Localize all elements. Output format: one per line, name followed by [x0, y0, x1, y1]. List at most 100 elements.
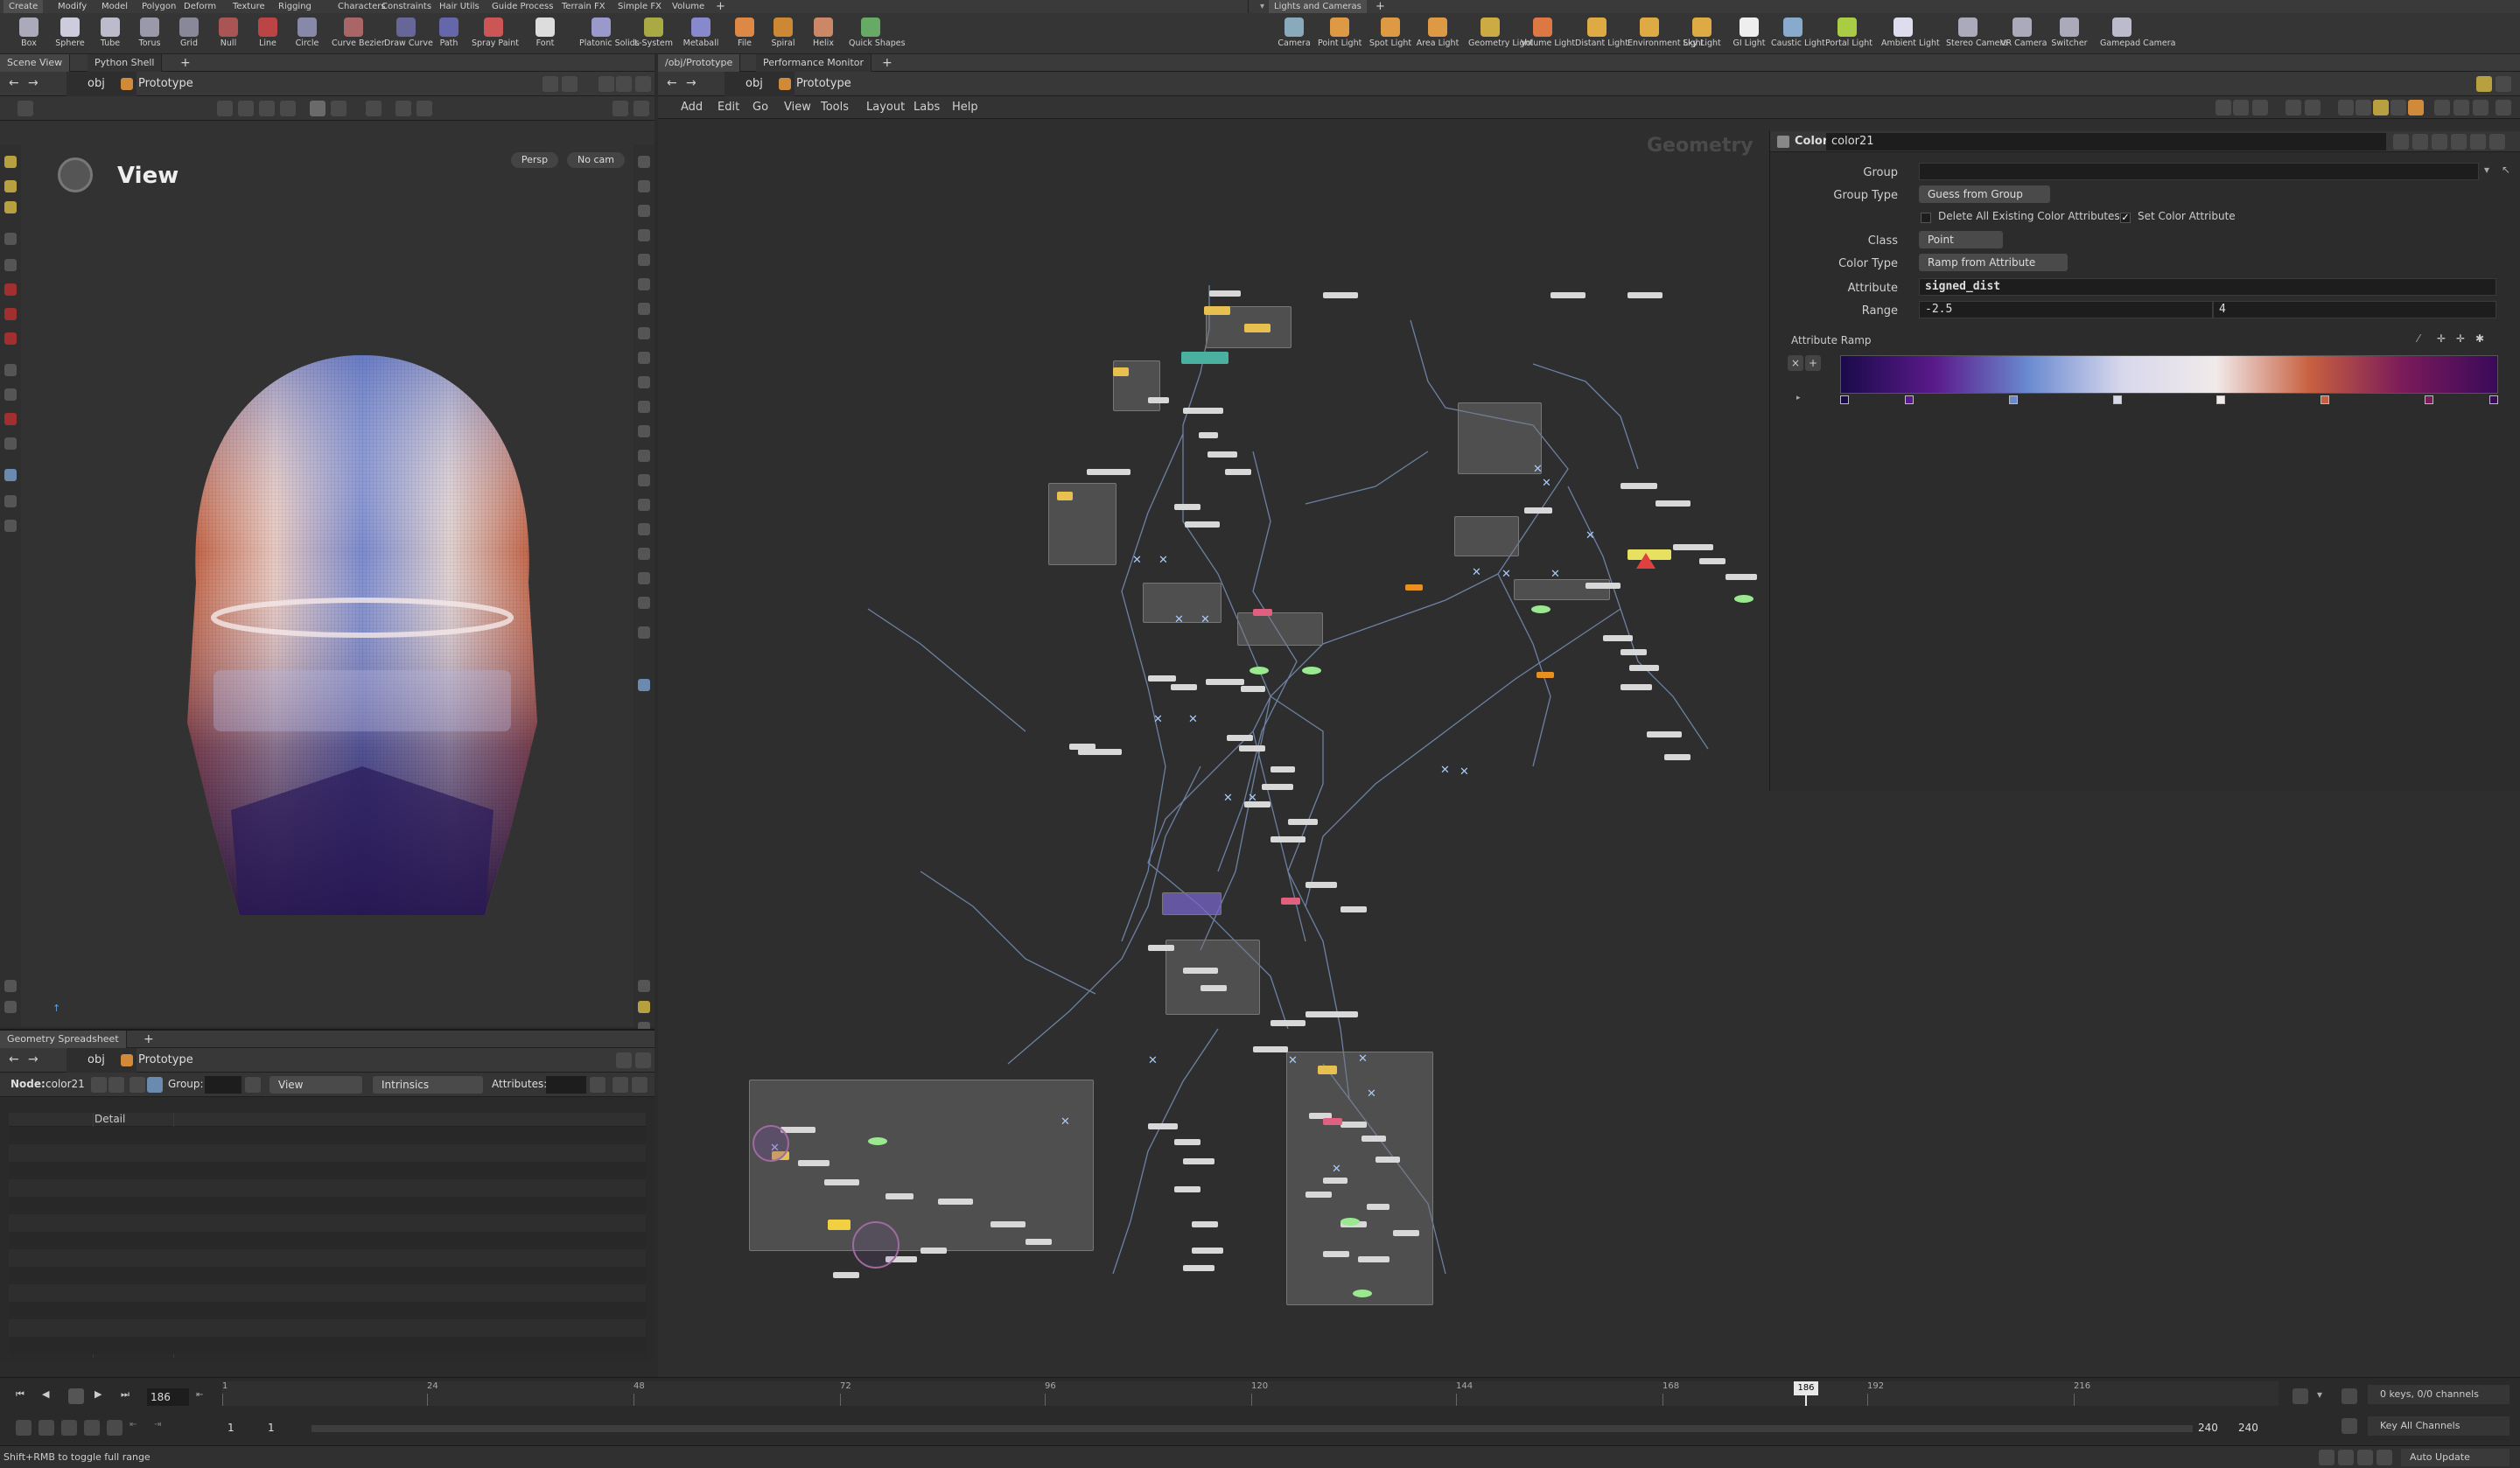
help-icon-2[interactable]	[2489, 134, 2505, 150]
pin-icon[interactable]	[2476, 76, 2492, 92]
play-icon[interactable]: ▶	[94, 1388, 110, 1404]
tool-torus[interactable]: Torus	[128, 16, 172, 53]
node-yellow[interactable]	[1113, 367, 1129, 376]
maximize-icon[interactable]	[635, 76, 651, 92]
network-node[interactable]	[920, 1248, 947, 1254]
move-icon[interactable]	[4, 308, 17, 320]
merge-node-icon[interactable]: ✕	[1153, 714, 1163, 725]
shelf-tab-terrain-fx[interactable]: Terrain FX	[556, 0, 611, 13]
merge-node-icon[interactable]: ✕	[1550, 569, 1560, 580]
merge-node-icon[interactable]: ✕	[1060, 1116, 1070, 1128]
uv-icon[interactable]	[638, 401, 650, 413]
path-node[interactable]: Prototype	[116, 72, 518, 96]
node-pink[interactable]	[1281, 898, 1300, 905]
detail-icon[interactable]	[147, 1077, 163, 1093]
tool-line[interactable]: Line	[246, 16, 290, 53]
ramp-key[interactable]	[2008, 395, 2018, 404]
search-icon[interactable]	[2434, 100, 2450, 115]
range-start[interactable]: 1	[228, 1422, 234, 1434]
menu-tools[interactable]: Tools	[821, 96, 849, 119]
network-node[interactable]	[1367, 1204, 1390, 1210]
network-node[interactable]	[1620, 649, 1647, 655]
merge-node-icon[interactable]: ✕	[1223, 793, 1233, 804]
tool-stereo-camera[interactable]: Stereo Camera	[1946, 16, 2008, 53]
ramp-key[interactable]	[2112, 395, 2122, 404]
shading-icon[interactable]	[638, 278, 650, 290]
snap-curve-icon[interactable]	[280, 101, 296, 116]
merge-node-icon[interactable]: ✕	[1148, 1055, 1158, 1066]
switch-node-icon[interactable]	[1340, 1218, 1360, 1226]
network-node[interactable]	[1393, 1230, 1419, 1236]
merge-node-icon[interactable]: ✕	[1200, 614, 1210, 626]
tool-metaball[interactable]: Metaball	[679, 16, 723, 53]
network-node[interactable]	[1323, 1178, 1348, 1184]
merge-node-icon[interactable]: ✕	[1332, 1164, 1341, 1175]
network-box-purple[interactable]	[1162, 892, 1222, 915]
normal-icon[interactable]	[638, 376, 650, 388]
eye-icon[interactable]	[638, 156, 650, 168]
shelf-tab-modify[interactable]: Modify	[52, 0, 92, 13]
shelf-tab-hair-utils[interactable]: Hair Utils	[434, 0, 485, 13]
network-node[interactable]	[833, 1272, 859, 1278]
timeline-scrubber[interactable]: 1 24 48 72 96 120 144 168 192 216 186	[222, 1381, 2278, 1406]
info-icon[interactable]	[638, 626, 650, 639]
tool-tube[interactable]: Tube	[88, 16, 132, 53]
link-icon[interactable]	[562, 76, 578, 92]
shelf-tab-rigging[interactable]: Rigging	[273, 0, 317, 13]
tool-sphere[interactable]: Sphere	[48, 16, 92, 53]
tool-path[interactable]: Path	[427, 16, 471, 53]
lock-icon[interactable]	[638, 205, 650, 217]
attributes-field[interactable]	[546, 1076, 586, 1094]
snap-icon[interactable]	[217, 101, 233, 116]
node-yellow-selected[interactable]	[828, 1220, 850, 1230]
texture-icon[interactable]	[638, 327, 650, 339]
network-node[interactable]	[1306, 1192, 1332, 1198]
merge-node-icon[interactable]: ✕	[1288, 1055, 1298, 1066]
link-icon[interactable]	[2432, 134, 2447, 150]
camera-icon[interactable]	[638, 254, 650, 266]
ramp-key[interactable]	[1905, 395, 1914, 404]
menu-add[interactable]: Add	[681, 96, 703, 119]
tool-ambient-light[interactable]: Ambient Light	[1881, 16, 1940, 53]
merge-node-icon[interactable]: ✕	[1502, 569, 1511, 580]
viewport[interactable]: View Persp No cam ↑	[21, 145, 634, 1027]
network-node[interactable]	[1174, 504, 1200, 510]
help-icon[interactable]	[632, 1077, 648, 1093]
points-icon[interactable]	[91, 1077, 107, 1093]
tool-camera[interactable]: Camera	[1272, 16, 1316, 53]
network-node[interactable]	[1199, 432, 1218, 438]
forward-arrow-icon[interactable]: →	[28, 76, 44, 92]
switch-node-icon[interactable]	[1734, 595, 1754, 603]
menu-labs[interactable]: Labs	[914, 96, 940, 119]
add-shelf-icon-2[interactable]: +	[1370, 0, 1390, 13]
network-node[interactable]	[798, 1160, 830, 1166]
shelf-tab-lights[interactable]: Lights and Cameras	[1269, 0, 1367, 13]
range-slider-track[interactable]	[312, 1425, 2193, 1432]
key-icon[interactable]	[2342, 1418, 2357, 1434]
shelf-tab-texture[interactable]: Texture	[228, 0, 270, 13]
view-dropdown[interactable]: View	[270, 1076, 362, 1094]
transform-tool-icon[interactable]	[4, 180, 17, 192]
range-first-icon[interactable]: ⇤	[130, 1420, 145, 1436]
network-node[interactable]	[1148, 1123, 1178, 1129]
tool-geometry-light[interactable]: Geometry Light	[1468, 16, 1533, 53]
network-node[interactable]	[1209, 290, 1241, 297]
node-yellow[interactable]	[1057, 492, 1073, 500]
tool-box[interactable]: Box	[7, 16, 51, 53]
switch-node-icon[interactable]	[868, 1137, 887, 1145]
record-icon[interactable]	[4, 283, 17, 296]
help-icon[interactable]	[2470, 134, 2486, 150]
group-field[interactable]	[205, 1076, 242, 1094]
view-tool-icon[interactable]	[4, 469, 17, 481]
merge-node-icon[interactable]: ✕	[1358, 1053, 1368, 1065]
network-icon[interactable]	[2319, 1450, 2334, 1465]
tool-platonic-solids[interactable]: Platonic Solids	[579, 16, 640, 53]
node-teal[interactable]	[1181, 352, 1228, 364]
tool-spot-light[interactable]: Spot Light	[1368, 16, 1412, 53]
path-node[interactable]: Prototype	[774, 72, 2436, 96]
pointer-icon[interactable]	[4, 233, 17, 245]
network-box[interactable]	[1458, 402, 1542, 474]
network-node[interactable]	[1673, 544, 1713, 550]
network-node[interactable]	[1174, 1186, 1200, 1192]
attribute-field[interactable]: signed_dist	[1919, 278, 2496, 296]
